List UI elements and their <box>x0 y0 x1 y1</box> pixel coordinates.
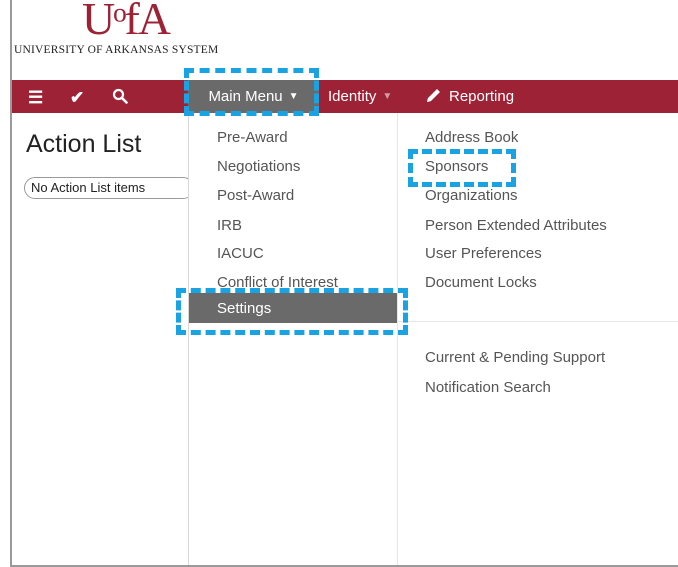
menu-item-person-extended-attributes[interactable]: Person Extended Attributes <box>425 217 607 234</box>
caret-down-icon: ▼ <box>382 91 393 102</box>
menu-item-organizations[interactable]: Organizations <box>425 187 518 204</box>
main-menu-dropdown: Pre-Award Negotiations Post-Award IRB IA… <box>188 113 678 565</box>
logo[interactable]: UᵒfA <box>82 0 171 45</box>
search-icon[interactable] <box>112 88 128 109</box>
pencil-icon-svg <box>427 88 440 102</box>
menu-item-irb[interactable]: IRB <box>217 217 242 234</box>
menu-item-settings[interactable]: Settings <box>189 293 397 323</box>
identity-label: Identity <box>328 88 377 105</box>
pencil-icon <box>425 86 443 108</box>
section-divider <box>397 321 678 322</box>
action-list-empty-message: No Action List items <box>24 177 194 199</box>
menu-item-notification-search[interactable]: Notification Search <box>425 379 551 396</box>
search-icon-svg <box>112 88 128 104</box>
main-menu-label: Main Menu <box>208 88 283 105</box>
identity-menu[interactable]: Identity ▼ <box>328 80 392 113</box>
main-menu-button[interactable]: Main Menu ▼ <box>188 80 319 113</box>
column-divider <box>397 113 398 565</box>
menu-item-post-award[interactable]: Post-Award <box>217 187 294 204</box>
caret-down-icon: ▼ <box>288 91 299 102</box>
navbar: ☰ ✔ Main Menu ▼ Identity ▼ Reporting <box>12 80 678 113</box>
logo-text: UNIVERSITY OF ARKANSAS SYSTEM <box>14 44 219 56</box>
menu-item-current-pending-support[interactable]: Current & Pending Support <box>425 349 605 366</box>
menu-item-iacuc[interactable]: IACUC <box>217 245 264 262</box>
checkmark-icon[interactable]: ✔ <box>70 88 84 108</box>
menu-item-address-book[interactable]: Address Book <box>425 129 518 146</box>
menu-item-document-locks[interactable]: Document Locks <box>425 274 537 291</box>
app-window: UᵒfA UNIVERSITY OF ARKANSAS SYSTEM ☰ ✔ M… <box>10 0 678 567</box>
header: UᵒfA UNIVERSITY OF ARKANSAS SYSTEM <box>12 0 678 64</box>
settings-label: Settings <box>217 299 272 317</box>
menu-item-user-preferences[interactable]: User Preferences <box>425 245 542 262</box>
menu-item-conflict-of-interest[interactable]: Conflict of Interest <box>217 274 338 291</box>
menu-item-pre-award[interactable]: Pre-Award <box>217 129 288 146</box>
reporting-link[interactable]: Reporting <box>425 80 514 113</box>
page-title: Action List <box>26 130 142 158</box>
menu-item-sponsors[interactable]: Sponsors <box>425 158 488 175</box>
list-icon[interactable]: ☰ <box>28 88 43 108</box>
menu-item-negotiations[interactable]: Negotiations <box>217 158 300 175</box>
reporting-label: Reporting <box>449 88 515 105</box>
